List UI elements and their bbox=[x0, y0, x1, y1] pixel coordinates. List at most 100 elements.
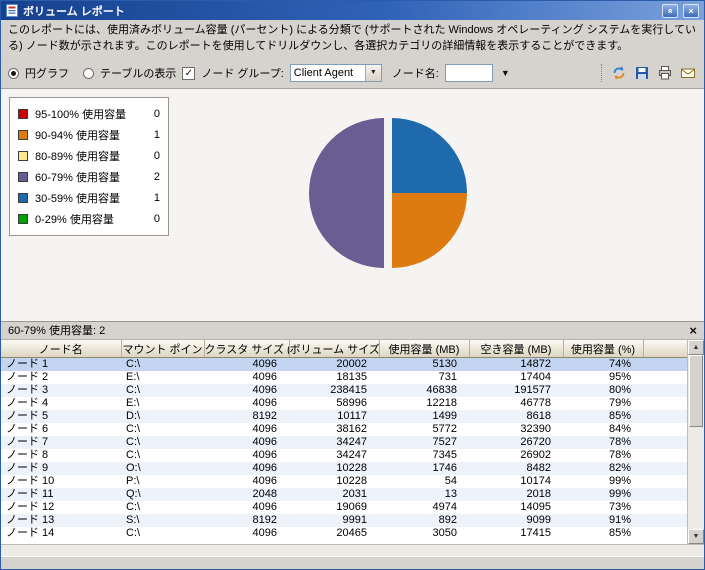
node-name-cell: ノード 12 bbox=[1, 501, 121, 514]
table-row[interactable]: ノード 8C:\40963424773452690278% bbox=[1, 449, 689, 462]
report-description: このレポートには、使用済みボリューム容量 (パーセント) による分類で (サポー… bbox=[1, 20, 704, 59]
node-name-cell: ノード 10 bbox=[1, 475, 121, 488]
legend-label: 80-89% 使用容量 bbox=[35, 148, 139, 164]
column-header[interactable]: クラスタ サイズ (バイ bbox=[204, 340, 289, 358]
detail-close-button[interactable]: × bbox=[689, 324, 697, 337]
table-row[interactable]: ノード 12C:\40961906949741409573% bbox=[1, 501, 689, 514]
used-pct-cell: 74% bbox=[563, 358, 643, 372]
used-mb-cell: 4974 bbox=[379, 501, 469, 514]
legend-swatch-icon bbox=[18, 172, 28, 182]
volume-size-cell: 20465 bbox=[289, 527, 379, 540]
table-row[interactable]: ノード 5D:\8192101171499861885% bbox=[1, 410, 689, 423]
legend-label: 0-29% 使用容量 bbox=[35, 211, 139, 227]
column-header[interactable]: 空き容量 (MB) bbox=[469, 340, 563, 358]
column-header[interactable]: 使用容量 (%) bbox=[563, 340, 643, 358]
pie-chart-radio[interactable] bbox=[8, 68, 19, 79]
scrollbar-thumb[interactable] bbox=[689, 355, 703, 427]
free-mb-cell: 32390 bbox=[469, 423, 563, 436]
table-row[interactable]: ノード 9O:\4096102281746848282% bbox=[1, 462, 689, 475]
detail-table: ノード名マウント ポインクラスタ サイズ (バイボリューム サイズ (M使用容量… bbox=[1, 340, 689, 541]
detail-table-head-row: ノード名マウント ポインクラスタ サイズ (バイボリューム サイズ (M使用容量… bbox=[1, 340, 689, 358]
filler-cell bbox=[643, 371, 689, 384]
legend-item[interactable]: 80-89% 使用容量0 bbox=[18, 148, 160, 164]
cluster-size-cell: 4096 bbox=[204, 423, 289, 436]
used-mb-cell: 5130 bbox=[379, 358, 469, 372]
table-row[interactable]: ノード 10P:\409610228541017499% bbox=[1, 475, 689, 488]
cluster-size-cell: 4096 bbox=[204, 358, 289, 372]
scroll-down-icon[interactable]: ▼ bbox=[688, 529, 704, 544]
mount-point-cell: Q:\ bbox=[121, 488, 204, 501]
volume-size-cell: 10228 bbox=[289, 475, 379, 488]
table-row[interactable]: ノード 13S:\81929991892909991% bbox=[1, 514, 689, 527]
table-row[interactable]: ノード 1C:\40962000251301487274% bbox=[1, 358, 689, 372]
legend-item[interactable]: 95-100% 使用容量0 bbox=[18, 106, 160, 122]
node-group-label: ノード グループ: bbox=[201, 65, 283, 81]
node-name-cell: ノード 13 bbox=[1, 514, 121, 527]
cluster-size-cell: 4096 bbox=[204, 475, 289, 488]
cluster-size-cell: 2048 bbox=[204, 488, 289, 501]
volume-size-cell: 18135 bbox=[289, 371, 379, 384]
cluster-size-cell: 4096 bbox=[204, 527, 289, 540]
node-name-input[interactable] bbox=[445, 64, 493, 82]
print-button[interactable] bbox=[656, 64, 674, 82]
column-header[interactable]: 使用容量 (MB) bbox=[379, 340, 469, 358]
legend-item[interactable]: 90-94% 使用容量1 bbox=[18, 127, 160, 143]
used-mb-cell: 7345 bbox=[379, 449, 469, 462]
table-row[interactable]: ノード 11Q:\2048203113201899% bbox=[1, 488, 689, 501]
pie-slice-90-94[interactable] bbox=[392, 193, 467, 268]
save-button[interactable] bbox=[633, 64, 651, 82]
node-name-cell: ノード 9 bbox=[1, 462, 121, 475]
table-row[interactable]: ノード 14C:\40962046530501741585% bbox=[1, 527, 689, 540]
legend: 95-100% 使用容量0 90-94% 使用容量1 80-89% 使用容量0 60-… bbox=[9, 97, 169, 236]
node-name-dropdown-icon[interactable]: ▼ bbox=[499, 68, 512, 78]
legend-label: 90-94% 使用容量 bbox=[35, 127, 139, 143]
window-title: ボリューム レポート bbox=[23, 3, 125, 19]
horizontal-scrollbar[interactable] bbox=[1, 544, 704, 556]
used-pct-cell: 78% bbox=[563, 449, 643, 462]
column-header[interactable]: ノード名 bbox=[1, 340, 121, 358]
scrollbar-track[interactable] bbox=[688, 427, 704, 529]
collapse-button[interactable]: » bbox=[662, 4, 678, 18]
toolbar: 円グラフ テーブルの表示 ✓ ノード グループ: Client Agent ▼ … bbox=[1, 59, 704, 89]
volume-size-cell: 10117 bbox=[289, 410, 379, 423]
free-mb-cell: 46778 bbox=[469, 397, 563, 410]
table-row[interactable]: ノード 2E:\4096181357311740495% bbox=[1, 371, 689, 384]
free-mb-cell: 14095 bbox=[469, 501, 563, 514]
used-pct-cell: 78% bbox=[563, 436, 643, 449]
legend-item[interactable]: 60-79% 使用容量2 bbox=[18, 169, 160, 185]
check-icon: ✓ bbox=[185, 68, 193, 79]
table-row[interactable]: ノード 7C:\40963424775272672078% bbox=[1, 436, 689, 449]
toolbar-separator bbox=[601, 64, 602, 82]
table-row[interactable]: ノード 4E:\409658996122184677879% bbox=[1, 397, 689, 410]
pie-slice-30-59[interactable] bbox=[392, 118, 467, 193]
used-mb-cell: 731 bbox=[379, 371, 469, 384]
node-group-select[interactable]: Client Agent ▼ bbox=[290, 64, 382, 82]
scroll-up-icon[interactable]: ▲ bbox=[688, 340, 704, 355]
cluster-size-cell: 4096 bbox=[204, 501, 289, 514]
refresh-button[interactable] bbox=[610, 64, 628, 82]
mount-point-cell: O:\ bbox=[121, 462, 204, 475]
column-header[interactable]: マウント ポイン bbox=[121, 340, 204, 358]
legend-swatch-icon bbox=[18, 151, 28, 161]
free-mb-cell: 26720 bbox=[469, 436, 563, 449]
close-button[interactable]: × bbox=[683, 4, 699, 18]
pie-slice-60-79[interactable] bbox=[309, 118, 384, 268]
column-header-filler bbox=[643, 340, 689, 358]
node-name-cell: ノード 5 bbox=[1, 410, 121, 423]
legend-swatch-icon bbox=[18, 214, 28, 224]
detail-header: 60-79% 使用容量: 2 × bbox=[1, 322, 704, 340]
node-group-checkbox[interactable]: ✓ bbox=[182, 67, 195, 80]
legend-item[interactable]: 0-29% 使用容量0 bbox=[18, 211, 160, 227]
legend-item[interactable]: 30-59% 使用容量1 bbox=[18, 190, 160, 206]
table-row[interactable]: ノード 6C:\40963816257723239084% bbox=[1, 423, 689, 436]
volume-size-cell: 34247 bbox=[289, 449, 379, 462]
vertical-scrollbar[interactable]: ▲ ▼ bbox=[687, 340, 704, 544]
table-view-radio-label: テーブルの表示 bbox=[100, 65, 176, 81]
email-button[interactable] bbox=[679, 64, 697, 82]
used-pct-cell: 84% bbox=[563, 423, 643, 436]
column-header[interactable]: ボリューム サイズ (M bbox=[289, 340, 379, 358]
table-view-radio[interactable] bbox=[83, 68, 94, 79]
mount-point-cell: C:\ bbox=[121, 501, 204, 514]
table-row[interactable]: ノード 3C:\40962384154683819157780% bbox=[1, 384, 689, 397]
mount-point-cell: S:\ bbox=[121, 514, 204, 527]
